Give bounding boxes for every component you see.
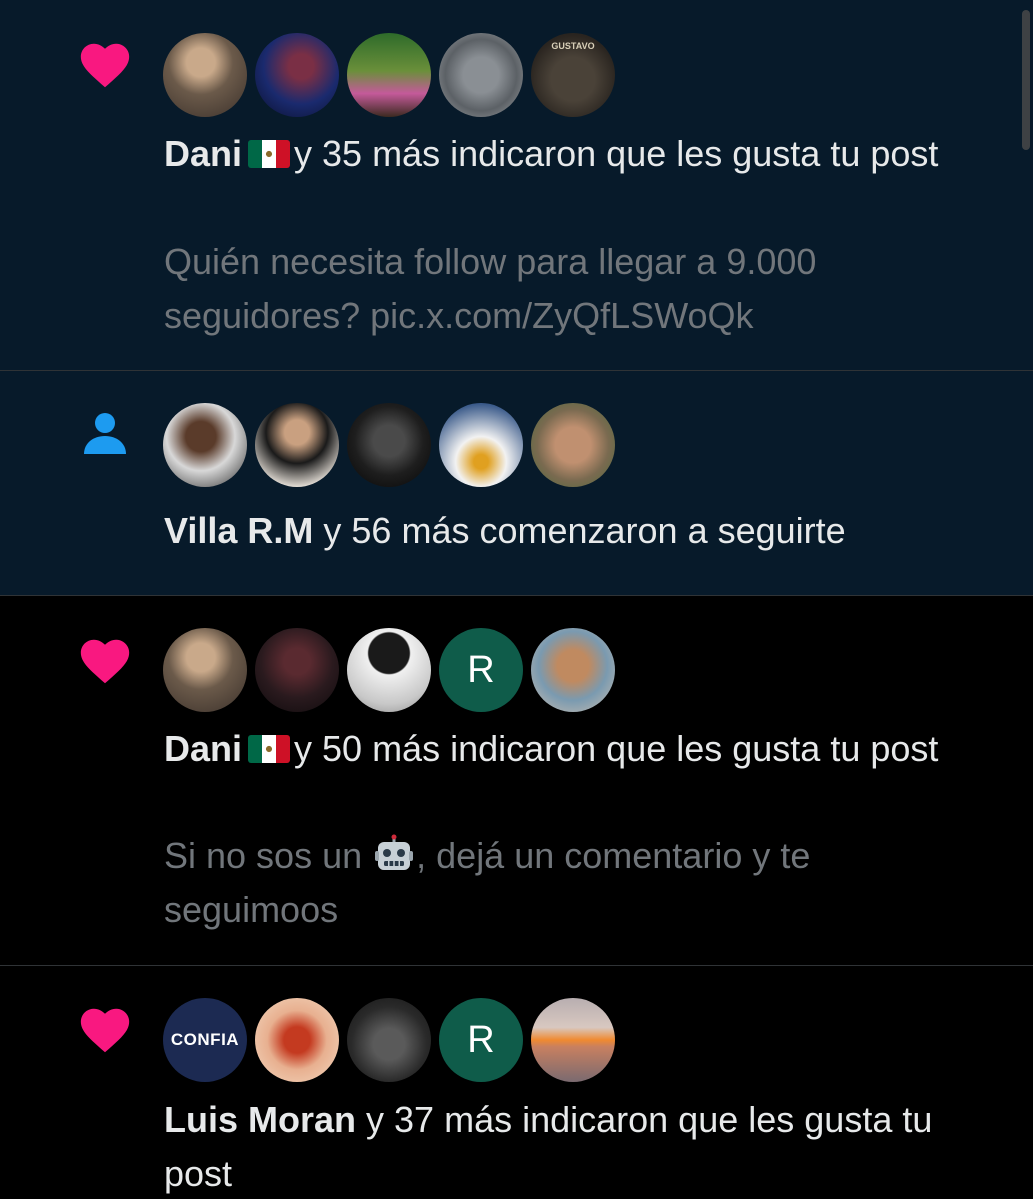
avatar-letter: R bbox=[467, 1018, 495, 1061]
avatar-row: R bbox=[163, 628, 615, 712]
action-text: y 56 más comenzaron a seguirte bbox=[323, 510, 846, 551]
notification-title: Luis Moran y 37 más indicaron que les gu… bbox=[164, 1093, 984, 1199]
avatar[interactable]: R bbox=[439, 628, 523, 712]
heart-icon bbox=[76, 632, 134, 690]
heart-icon bbox=[76, 1001, 134, 1059]
avatar[interactable] bbox=[439, 33, 523, 117]
avatar[interactable] bbox=[347, 998, 431, 1082]
avatar-row: CONFIA R bbox=[163, 998, 615, 1082]
mexico-flag-icon bbox=[248, 140, 291, 168]
action-text: y 35 más indicaron que les gusta tu post bbox=[294, 133, 939, 174]
avatar[interactable] bbox=[347, 403, 431, 487]
notification-title: Dani y 50 más indicaron que les gusta tu … bbox=[164, 722, 984, 776]
scrollbar-thumb[interactable] bbox=[1022, 10, 1030, 150]
post-preview[interactable]: Si no sos un , dejá un comentario y te s… bbox=[164, 829, 984, 937]
heart-icon bbox=[76, 36, 134, 94]
avatar-letter: R bbox=[467, 648, 495, 691]
avatar[interactable] bbox=[531, 403, 615, 487]
robot-emoji-icon bbox=[374, 834, 414, 874]
avatar[interactable] bbox=[163, 628, 247, 712]
avatar[interactable]: R bbox=[439, 998, 523, 1082]
avatar[interactable] bbox=[255, 33, 339, 117]
post-preview[interactable]: Quién necesita follow para llegar a 9.00… bbox=[164, 235, 984, 343]
avatar[interactable] bbox=[163, 33, 247, 117]
notification-like[interactable]: R Dani y 50 más indicaron que les gusta t… bbox=[0, 596, 1033, 966]
notification-title: Villa R.M y 56 más comenzaron a seguirte bbox=[164, 504, 984, 558]
avatar[interactable] bbox=[255, 628, 339, 712]
notification-follow[interactable]: Villa R.M y 56 más comenzaron a seguirte bbox=[0, 371, 1033, 596]
avatar[interactable] bbox=[347, 628, 431, 712]
user-name[interactable]: Dani bbox=[164, 728, 242, 769]
user-name[interactable]: Luis Moran bbox=[164, 1099, 356, 1140]
avatar[interactable] bbox=[531, 628, 615, 712]
avatar-row: GUSTAVO bbox=[163, 33, 615, 117]
user-name[interactable]: Villa R.M bbox=[164, 510, 313, 551]
avatar[interactable] bbox=[163, 403, 247, 487]
avatar[interactable] bbox=[255, 998, 339, 1082]
avatar[interactable] bbox=[439, 403, 523, 487]
notification-like[interactable]: CONFIA R Luis Moran y 37 más indicaron q… bbox=[0, 966, 1033, 1199]
notifications-feed: GUSTAVO Dani y 35 más indicaron que les g… bbox=[0, 0, 1033, 1199]
avatar-crest-text: GUSTAVO bbox=[551, 41, 595, 51]
avatar[interactable]: CONFIA bbox=[163, 998, 247, 1082]
avatar[interactable] bbox=[347, 33, 431, 117]
preview-text: Si no sos un bbox=[164, 835, 363, 876]
avatar-row bbox=[163, 403, 615, 487]
user-name[interactable]: Dani bbox=[164, 133, 242, 174]
avatar-logo-text: CONFIA bbox=[170, 1030, 240, 1049]
scrollbar[interactable] bbox=[1019, 0, 1033, 1199]
notification-like[interactable]: GUSTAVO Dani y 35 más indicaron que les g… bbox=[0, 0, 1033, 371]
notification-title: Dani y 35 más indicaron que les gusta tu … bbox=[164, 127, 984, 181]
avatar[interactable]: GUSTAVO bbox=[531, 33, 615, 117]
mexico-flag-icon bbox=[248, 735, 291, 763]
avatar[interactable] bbox=[255, 403, 339, 487]
action-text: y 50 más indicaron que les gusta tu post bbox=[294, 728, 939, 769]
person-icon bbox=[76, 406, 134, 464]
avatar[interactable] bbox=[531, 998, 615, 1082]
